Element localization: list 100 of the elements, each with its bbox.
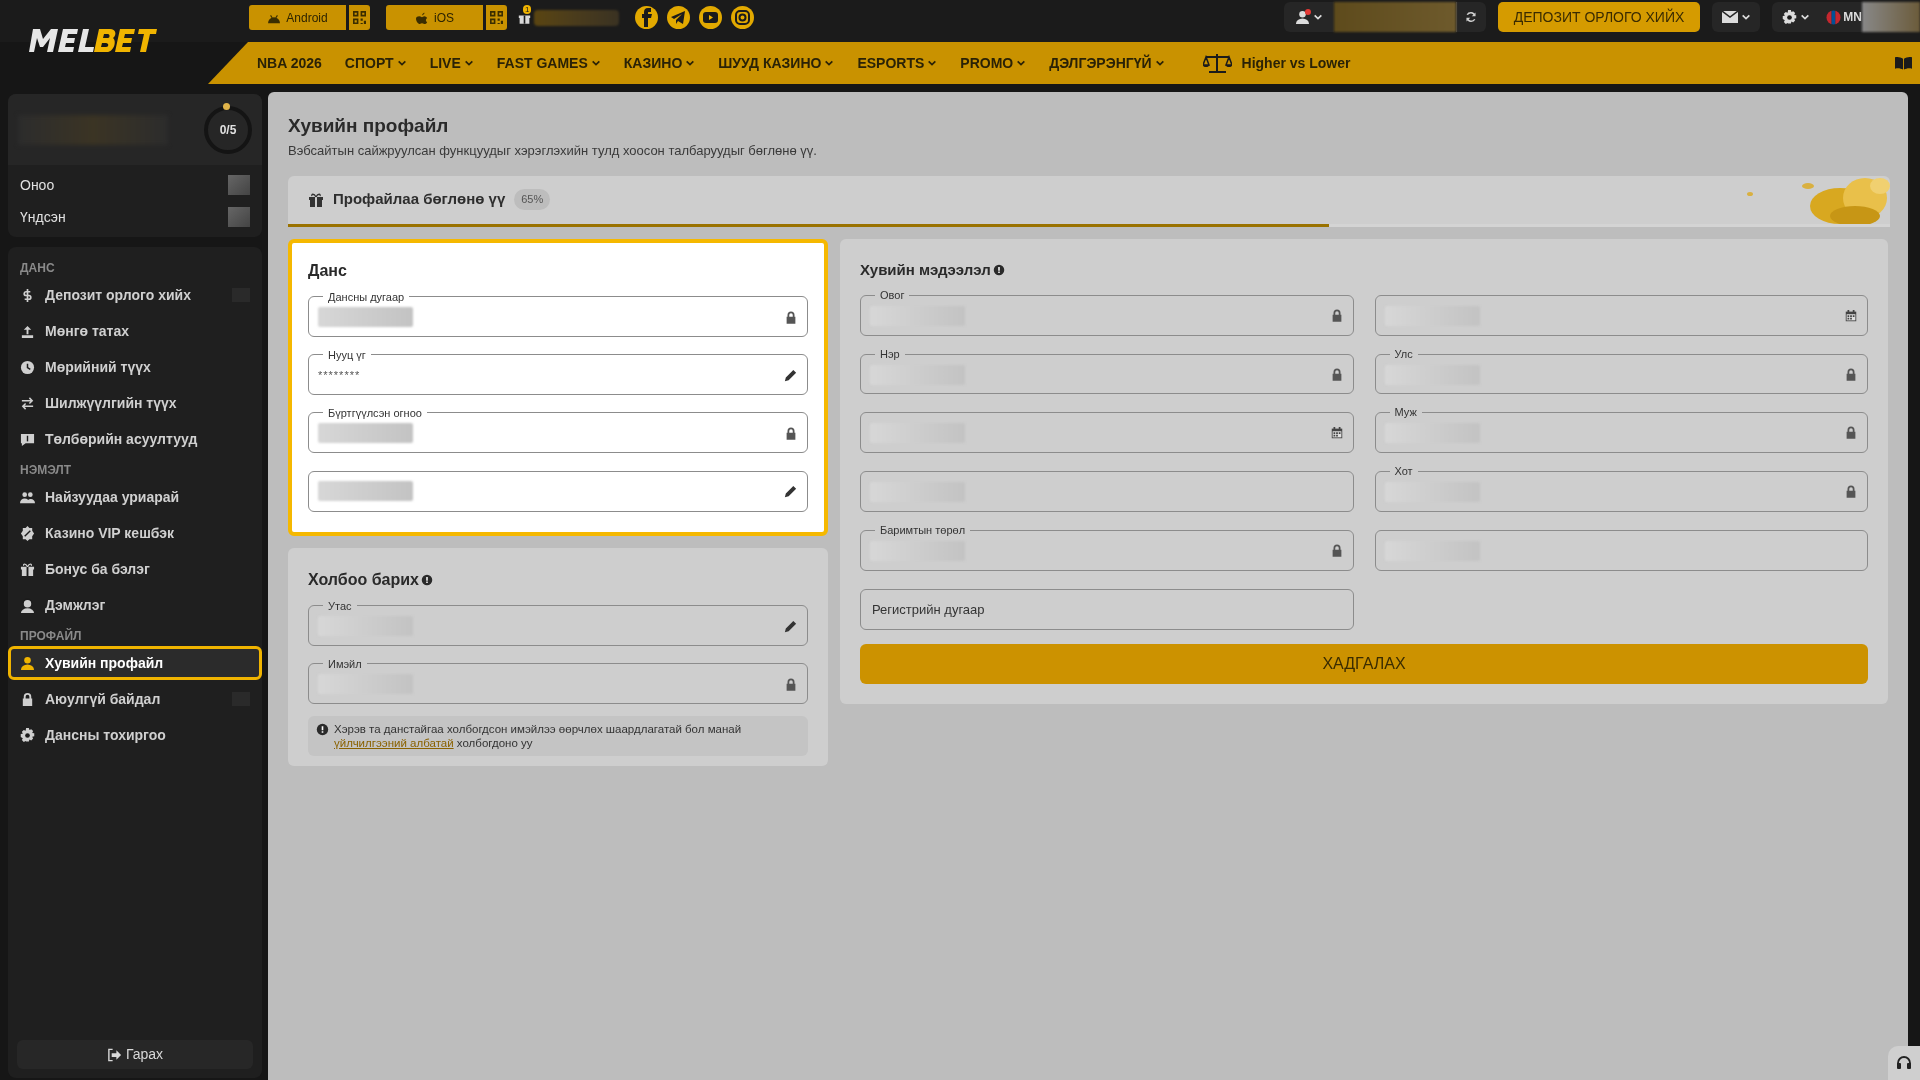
sidebar-item[interactable]: Найзуудаа уриарай xyxy=(8,479,262,515)
sidebar-item[interactable]: Депозит орлого хийх xyxy=(8,277,262,313)
card-title: Данс xyxy=(308,260,347,281)
nav-link[interactable]: LIVE xyxy=(429,52,474,74)
input-field[interactable]: Бүртгүүлсэн огноо xyxy=(308,406,808,453)
deposit-button[interactable]: ДЕПОЗИТ ОРЛОГО ХИЙХ xyxy=(1497,2,1701,32)
completion-label: Профайлаа бөглөнө үү xyxy=(333,189,506,210)
logout-icon xyxy=(106,1047,122,1062)
sidebar-item[interactable]: Казино VIP кешбэк xyxy=(8,515,262,551)
input-field[interactable]: Улс xyxy=(1374,348,1868,394)
logout-button[interactable]: Гарах xyxy=(17,1040,253,1069)
book-icon[interactable] xyxy=(1895,56,1912,70)
input-field[interactable]: Хот xyxy=(1374,465,1868,512)
gift-button[interactable]: 1 xyxy=(518,5,626,30)
sidebar-item[interactable]: Мөнгө татах xyxy=(8,313,262,349)
sidebar-item[interactable]: Шилжүүлгийн түүх xyxy=(8,385,262,421)
sidebar-item[interactable]: Төлбөрийн асуултууд xyxy=(8,421,262,457)
input-field[interactable] xyxy=(860,412,1354,453)
chevron-down-icon xyxy=(1800,12,1811,22)
pencil-icon[interactable] xyxy=(783,618,798,634)
refresh-icon xyxy=(1465,11,1478,23)
app-download-button[interactable]: iOS xyxy=(386,5,483,30)
input-field[interactable] xyxy=(860,471,1354,512)
qr-code-button[interactable] xyxy=(349,5,370,30)
gift-count-badge: 1 xyxy=(523,5,532,14)
sidebar-item[interactable]: Дэмжлэг xyxy=(8,587,262,623)
telegram-icon[interactable] xyxy=(667,6,690,29)
chevron-down-icon xyxy=(1740,12,1751,22)
users-icon xyxy=(20,489,35,505)
balance-label: Үндсэн xyxy=(20,207,66,227)
youtube-icon[interactable] xyxy=(699,6,722,29)
nav-link[interactable]: PROMO xyxy=(960,52,1027,74)
nav-link[interactable]: Higher vs Lower xyxy=(1202,52,1351,74)
chevron-down-icon xyxy=(1312,12,1323,22)
field-label: Утас xyxy=(327,599,353,612)
sidebar-item[interactable]: Бонус ба бэлэг xyxy=(8,551,262,587)
page-subtitle: Вэбсайтын сайжруулсан функцуудыг хэрэглэхийн тулд хоосон талбаруудыг бөглөнө үү. xyxy=(288,142,818,160)
app-download-button[interactable]: Android xyxy=(249,5,346,30)
field-label: Имэйл xyxy=(327,657,363,670)
nav-link[interactable]: СПОРТ xyxy=(344,52,407,74)
input-field[interactable] xyxy=(1374,295,1868,336)
input-field[interactable]: Утас xyxy=(308,599,808,646)
scales-icon xyxy=(1202,52,1232,74)
calendar-icon[interactable] xyxy=(1844,308,1858,323)
sidebar-item[interactable]: Мөрийний түүх xyxy=(8,349,262,385)
input-field[interactable]: Регистрийн дугаар xyxy=(860,589,1354,630)
nav-link[interactable]: ДЭЛГЭРЭНГҮЙ xyxy=(1049,52,1165,74)
language-button[interactable]: MN xyxy=(1820,2,1862,32)
lock-icon xyxy=(1844,484,1858,499)
lock-icon xyxy=(20,691,35,707)
progress-count: 0/5 xyxy=(219,121,237,139)
facebook-icon[interactable] xyxy=(635,6,658,29)
input-field[interactable]: Баримтын төрөл xyxy=(860,524,1354,571)
sidebar-item[interactable]: Аюулгүй байдал xyxy=(8,681,262,717)
qr-code-icon xyxy=(490,11,503,24)
field-label: Бүртгүүлсэн огноо xyxy=(327,406,423,419)
nav-link[interactable]: NBA 2026 xyxy=(257,52,322,74)
apple-icon xyxy=(415,11,429,24)
mail-icon xyxy=(1721,11,1738,23)
section-heading: ПРОФАЙЛ xyxy=(19,627,83,645)
nav-link[interactable]: FAST GAMES xyxy=(496,52,601,74)
save-button[interactable]: ХАДГАЛАХ xyxy=(860,644,1868,684)
transfer-icon xyxy=(20,395,35,411)
flag-icon xyxy=(1826,9,1842,25)
sidebar-item[interactable]: Дансны тохиргоо xyxy=(8,717,262,753)
support-chat-button[interactable] xyxy=(1888,1046,1920,1080)
blurred-value xyxy=(1862,2,1920,32)
pencil-icon[interactable] xyxy=(783,367,798,383)
account-menu-button[interactable] xyxy=(1283,2,1334,32)
messages-button[interactable] xyxy=(1712,2,1761,32)
refresh-button[interactable] xyxy=(1455,2,1486,32)
nav-link[interactable]: ESPORTS xyxy=(857,52,938,74)
input-field[interactable]: Нэр xyxy=(860,348,1354,394)
sidebar-item[interactable]: Хувийн профайл xyxy=(8,646,262,680)
pencil-icon[interactable] xyxy=(783,483,798,499)
input-field[interactable] xyxy=(1374,530,1868,571)
qr-code-button[interactable] xyxy=(486,5,507,30)
input-field[interactable] xyxy=(308,470,808,512)
input-field[interactable]: Дансны дугаар xyxy=(308,290,808,337)
nav-link[interactable]: КАЗИНО xyxy=(623,52,696,74)
section-heading: ДАНС xyxy=(19,260,56,277)
calendar-icon[interactable] xyxy=(1329,425,1344,440)
support-agent-icon xyxy=(20,597,35,613)
clock-icon xyxy=(20,359,35,375)
note-text: холбогдоно уу xyxy=(455,736,533,749)
input-field[interactable]: Овог xyxy=(860,289,1354,336)
instagram-icon[interactable] xyxy=(731,6,754,29)
user-icon xyxy=(1294,9,1310,25)
info-icon[interactable] xyxy=(992,263,1005,276)
nav-link[interactable]: ШУУД КАЗИНО xyxy=(718,52,835,74)
upload-icon xyxy=(20,323,35,339)
settings-button[interactable] xyxy=(1772,2,1821,32)
input-field[interactable]: Имэйл xyxy=(308,657,808,704)
gift-icon xyxy=(20,561,35,577)
field-label: Нууц үг xyxy=(327,348,367,361)
input-field[interactable]: Муж xyxy=(1374,406,1868,453)
info-icon[interactable] xyxy=(420,573,433,586)
input-field[interactable]: Нууц үг ******** xyxy=(308,348,808,395)
payment-chat-icon xyxy=(20,431,35,447)
dollar-icon xyxy=(20,287,35,303)
